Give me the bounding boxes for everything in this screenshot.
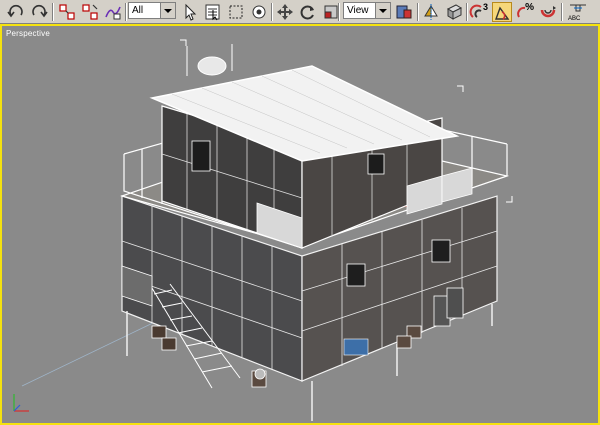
building-model	[13, 39, 513, 421]
link-icon[interactable]	[57, 2, 77, 22]
snap-number-label: 3	[482, 2, 488, 12]
angle-snap-icon[interactable]	[492, 2, 512, 22]
toolbar-separator	[125, 3, 127, 21]
toolbar-separator	[417, 3, 419, 21]
percent-snap-icon[interactable]: %	[515, 2, 535, 22]
undo-icon[interactable]	[6, 2, 26, 22]
chevron-down-icon	[160, 3, 175, 18]
percent-label: %	[525, 2, 534, 13]
axis-tripod	[13, 394, 29, 412]
align-icon[interactable]	[444, 2, 464, 22]
selection-filter-value: All	[132, 5, 144, 16]
toolbar-separator	[52, 3, 54, 21]
unlink-icon[interactable]	[80, 2, 100, 22]
crossing-icon[interactable]	[249, 2, 269, 22]
toolbar-separator	[561, 3, 563, 21]
reference-coord-dropdown[interactable]: View	[343, 2, 391, 19]
sign-panel	[343, 338, 369, 356]
bind-icon[interactable]	[103, 2, 123, 22]
mirror-icon[interactable]	[421, 2, 441, 22]
chevron-down-icon	[375, 3, 390, 18]
toolbar-separator	[271, 3, 273, 21]
pivot-icon[interactable]	[394, 2, 414, 22]
rotate-icon[interactable]	[298, 2, 318, 22]
perspective-viewport[interactable]: Perspective	[0, 24, 600, 425]
select-arrow-icon[interactable]	[180, 2, 200, 22]
toolbar-separator	[338, 3, 340, 21]
window	[431, 239, 451, 263]
snap-3-icon[interactable]: 3	[469, 2, 489, 22]
move-icon[interactable]	[275, 2, 295, 22]
abc-icon[interactable]: ABC	[566, 2, 590, 22]
window	[346, 263, 366, 287]
door	[191, 140, 211, 172]
grid-line	[21, 320, 158, 387]
abc-label: ABC	[568, 16, 581, 22]
redo-icon[interactable]	[29, 2, 49, 22]
roof-tank	[197, 56, 227, 76]
selection-filter-dropdown[interactable]: All	[128, 2, 176, 19]
rect-select-icon[interactable]	[226, 2, 246, 22]
reference-coord-value: View	[347, 5, 369, 16]
window	[367, 153, 385, 175]
spinner-snap-icon[interactable]	[538, 2, 558, 22]
list-icon[interactable]	[203, 2, 223, 22]
toolbar-separator	[466, 3, 468, 21]
main-toolbar: All View 3 % ABC	[0, 0, 600, 24]
